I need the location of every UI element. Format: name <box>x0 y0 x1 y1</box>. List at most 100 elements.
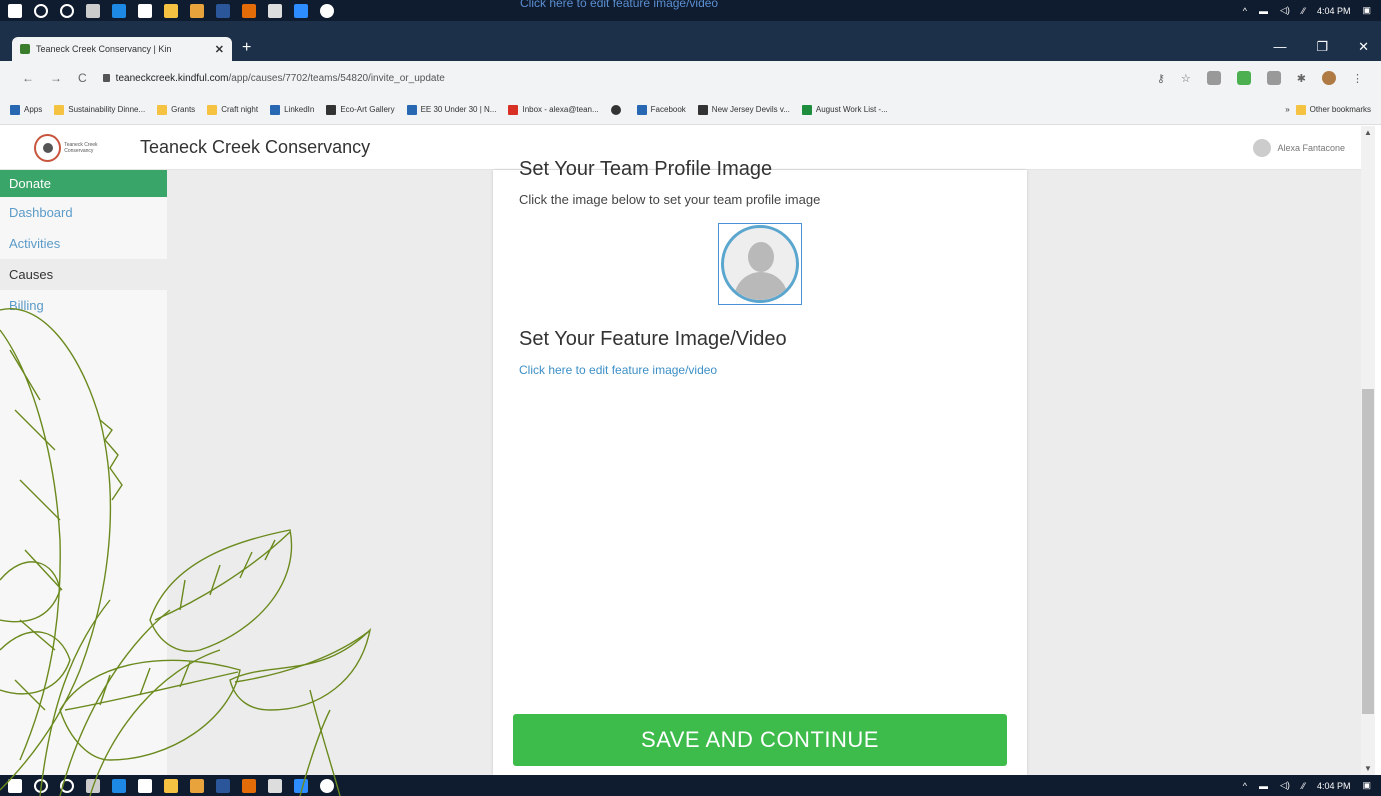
grammarly-extension-icon[interactable] <box>1236 71 1251 85</box>
extension-icon[interactable] <box>1206 71 1221 85</box>
store-icon[interactable] <box>138 3 152 18</box>
bookmark-label: EE 30 Under 30 | N... <box>420 105 497 114</box>
bookmark-august-work-list[interactable]: August Work List -... <box>801 104 888 115</box>
puzzle-extensions-icon[interactable]: ✱ <box>1297 72 1306 85</box>
clock[interactable]: 4:04 PM <box>1317 6 1351 16</box>
forward-icon[interactable]: → <box>50 71 62 85</box>
word-icon[interactable] <box>216 3 230 18</box>
folder-icon <box>1295 104 1306 115</box>
acrobat-icon[interactable] <box>268 778 282 793</box>
globe-icon <box>610 104 621 115</box>
bookmark-label: Inbox - alexa@tean... <box>522 105 599 114</box>
windows-start-icon[interactable] <box>8 778 22 793</box>
address-bar-row: ← → C teaneckcreek.kindful.com/app/cause… <box>0 61 1381 95</box>
bookmark-label: Eco-Art Gallery <box>340 105 395 114</box>
other-bookmarks[interactable]: Other bookmarks <box>1295 104 1371 115</box>
chrome-icon[interactable] <box>190 778 204 793</box>
bookmark-nj-devils[interactable]: New Jersey Devils v... <box>697 104 790 115</box>
bookmark-label: Apps <box>24 105 43 114</box>
restore-button[interactable]: ❐ <box>1316 39 1328 55</box>
windows-start-icon[interactable] <box>8 3 22 18</box>
bookmark-linkedin[interactable]: LinkedIn <box>270 104 314 115</box>
bookmark-craft-night[interactable]: Craft night <box>207 104 258 115</box>
feature-image-title: Set Your Feature Image/Video <box>519 328 787 350</box>
ime-icon[interactable]: ⁄⁄ <box>1302 781 1305 791</box>
clock[interactable]: 4:04 PM <box>1317 781 1351 791</box>
powerpoint-icon[interactable] <box>242 778 256 793</box>
bookmark-ee30[interactable]: EE 30 Under 30 | N... <box>406 104 497 115</box>
key-icon[interactable]: ⚷ <box>1157 72 1165 85</box>
sidebar-item-donate[interactable]: Donate <box>0 170 167 197</box>
bookmark-facebook[interactable]: Facebook <box>636 104 686 115</box>
sidebar-item-dashboard[interactable]: Dashboard <box>0 197 167 228</box>
powerpoint-icon[interactable] <box>242 3 256 18</box>
zoom-icon[interactable] <box>294 3 308 18</box>
close-window-button[interactable]: ✕ <box>1358 39 1369 55</box>
bookmark-globe[interactable] <box>610 104 625 115</box>
settings-icon[interactable] <box>320 3 334 18</box>
ime-icon[interactable]: ⁄⁄ <box>1302 6 1305 16</box>
search-icon[interactable] <box>34 3 48 18</box>
zoom-icon[interactable] <box>294 778 308 793</box>
sidebar-item-activities[interactable]: Activities <box>0 228 167 259</box>
extension-2-icon[interactable] <box>1266 71 1281 85</box>
url-path: /app/causes/7702/teams/54820/invite_or_u… <box>228 72 445 84</box>
search-icon[interactable] <box>34 778 48 793</box>
notifications-icon[interactable]: ▣ <box>1362 5 1371 16</box>
volume-icon[interactable]: ◁) <box>1280 5 1290 16</box>
sidebar-item-billing[interactable]: Billing <box>0 290 167 321</box>
file-explorer-icon[interactable] <box>164 3 178 18</box>
sidebar-item-causes[interactable]: Causes <box>0 259 167 290</box>
bookmarks-overflow-icon[interactable]: » <box>1285 105 1289 114</box>
profile-avatar-icon[interactable] <box>1322 71 1336 85</box>
bookmark-grants[interactable]: Grants <box>157 104 195 115</box>
save-and-continue-button[interactable]: SAVE AND CONTINUE <box>513 714 1007 766</box>
folder-icon <box>207 104 218 115</box>
bookmark-sustainability[interactable]: Sustainability Dinne... <box>54 104 145 115</box>
scroll-down-icon[interactable]: ▼ <box>1364 764 1372 773</box>
edge-icon[interactable] <box>112 3 126 18</box>
cortana-icon[interactable] <box>60 778 74 793</box>
bookmark-inbox[interactable]: Inbox - alexa@tean... <box>508 104 599 115</box>
tray-chevron-icon[interactable]: ^ <box>1243 781 1247 791</box>
linkedin-icon <box>270 104 281 115</box>
edge-icon[interactable] <box>112 778 126 793</box>
scroll-up-icon[interactable]: ▲ <box>1364 128 1372 137</box>
notifications-icon[interactable]: ▣ <box>1362 780 1371 791</box>
tray-chevron-icon[interactable]: ^ <box>1243 6 1247 16</box>
lock-icon <box>102 74 110 82</box>
org-logo[interactable]: Teaneck Creek Conservancy <box>34 130 126 166</box>
edit-feature-image-link[interactable]: Click here to edit feature image/video <box>519 363 717 377</box>
minimize-button[interactable]: — <box>1273 39 1286 55</box>
user-avatar-icon <box>1253 138 1272 157</box>
task-view-icon[interactable] <box>86 778 100 793</box>
chrome-menu-icon[interactable]: ⋮ <box>1352 72 1363 85</box>
volume-icon[interactable]: ◁) <box>1280 780 1290 791</box>
user-menu[interactable]: Alexa Fantacone <box>1253 138 1345 157</box>
reload-icon[interactable]: C <box>78 71 87 85</box>
browser-tab[interactable]: Teaneck Creek Conservancy | Kin ✕ <box>12 37 232 61</box>
file-explorer-icon[interactable] <box>164 778 178 793</box>
settings-icon[interactable] <box>320 778 334 793</box>
scroll-thumb[interactable] <box>1362 389 1374 714</box>
back-icon[interactable]: ← <box>22 71 34 85</box>
word-icon[interactable] <box>216 778 230 793</box>
network-icon[interactable]: ▬ <box>1259 6 1268 16</box>
logo-mark-icon <box>34 133 62 162</box>
page-scrollbar[interactable]: ▲ ▼ <box>1361 126 1375 775</box>
task-view-icon[interactable] <box>86 3 100 18</box>
team-profile-image[interactable] <box>718 223 802 305</box>
profile-image-title: Set Your Team Profile Image <box>519 158 773 180</box>
network-icon[interactable]: ▬ <box>1259 781 1268 791</box>
chrome-icon[interactable] <box>190 3 204 18</box>
bookmark-label: Other bookmarks <box>1309 105 1371 114</box>
acrobat-icon[interactable] <box>268 3 282 18</box>
tab-close-icon[interactable]: ✕ <box>215 43 224 56</box>
bookmark-apps[interactable]: Apps <box>10 104 43 115</box>
store-icon[interactable] <box>138 778 152 793</box>
bookmark-eco-art[interactable]: Eco-Art Gallery <box>326 104 395 115</box>
url-field[interactable]: teaneckcreek.kindful.com/app/causes/7702… <box>102 72 445 84</box>
star-icon[interactable]: ☆ <box>1181 72 1191 85</box>
cortana-icon[interactable] <box>60 3 74 18</box>
new-tab-button[interactable]: + <box>242 39 251 57</box>
